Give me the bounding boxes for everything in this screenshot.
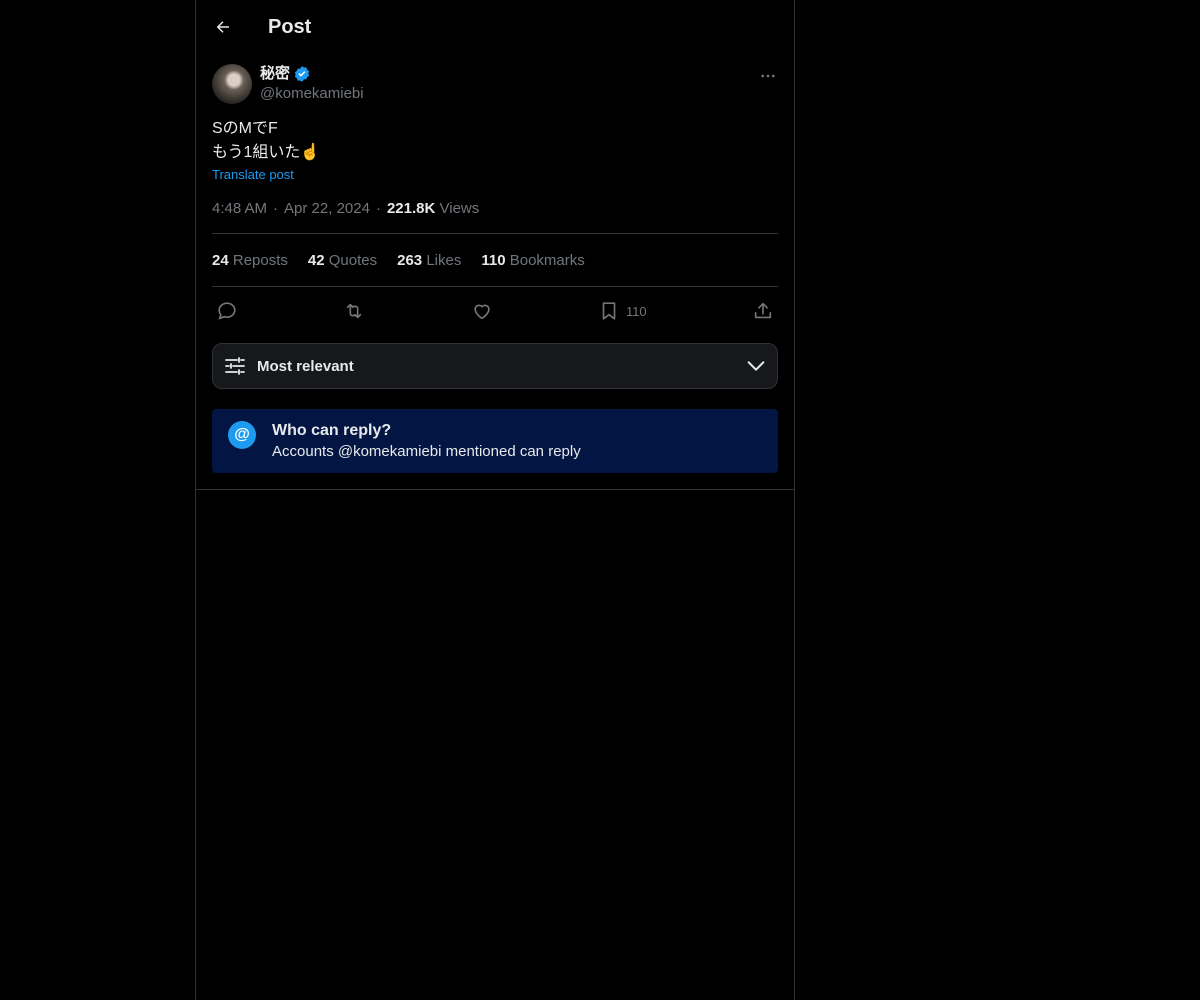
meta-separator: · — [375, 200, 381, 217]
reposts-count: 24 — [212, 251, 229, 269]
user-handle[interactable]: @komekamiebi — [260, 84, 364, 104]
heart-icon — [473, 304, 490, 320]
reply-icon — [218, 302, 236, 320]
post-date[interactable]: Apr 22, 2024 — [284, 200, 370, 217]
author-info: 秘密 @komekamiebi — [260, 64, 364, 104]
reply-restriction-subtitle: Accounts @komekamiebi mentioned can repl… — [272, 443, 581, 460]
avatar[interactable] — [212, 64, 252, 104]
reposts-label: Reposts — [232, 251, 288, 269]
author-row: 秘密 @komekamiebi — [212, 64, 778, 104]
views-label: Views — [439, 200, 480, 217]
reply-restriction-notice: @ Who can reply? Accounts @komekamiebi m… — [212, 409, 778, 473]
main-column: Post 秘密 @komekamiebi SのMでF もう1組いた☝️ Tran… — [195, 0, 795, 1000]
chevron-down-icon — [747, 361, 765, 371]
share-button[interactable] — [752, 300, 774, 322]
section-divider — [196, 489, 794, 490]
bookmarks-count: 110 — [481, 251, 506, 269]
bookmarks-stat[interactable]: 110 Bookmarks — [481, 252, 584, 269]
post: 秘密 @komekamiebi SのMでF もう1組いた☝️ Translate… — [196, 64, 794, 490]
quotes-count: 42 — [307, 251, 325, 269]
translate-post-link[interactable]: Translate post — [212, 167, 294, 182]
engagement-stats: 24 Reposts 42 Quotes 263 Likes 110 Bookm… — [212, 234, 778, 287]
views-count: 221.8K — [386, 200, 436, 217]
page-header: Post — [196, 0, 794, 54]
bookmark-count: 110 — [625, 303, 647, 319]
quotes-stat[interactable]: 42 Quotes — [308, 252, 377, 269]
name-row: 秘密 — [260, 64, 364, 84]
post-text: SのMでF もう1組いた☝️ — [212, 117, 778, 165]
post-text-line-1: SのMでF — [212, 120, 278, 137]
display-name[interactable]: 秘密 — [260, 64, 290, 84]
bookmarks-label: Bookmarks — [509, 251, 585, 269]
reply-sort-dropdown[interactable]: Most relevant — [212, 343, 778, 389]
likes-count: 263 — [397, 251, 423, 269]
back-button[interactable] — [212, 16, 234, 38]
like-button[interactable] — [471, 300, 493, 322]
repost-button[interactable] — [343, 300, 365, 322]
share-icon — [754, 302, 772, 319]
quotes-label: Quotes — [328, 251, 378, 269]
at-icon: @ — [228, 421, 256, 449]
post-meta: 4:48 AM · Apr 22, 2024 · 221.8K Views — [212, 200, 778, 234]
sliders-icon — [225, 357, 245, 375]
page-title: Post — [268, 15, 312, 38]
likes-stat[interactable]: 263 Likes — [397, 252, 461, 269]
verified-badge-icon — [293, 65, 311, 83]
post-text-line-2: もう1組いた☝️ — [212, 144, 321, 161]
repost-icon — [347, 303, 362, 319]
action-bar: 110 — [212, 287, 778, 335]
meta-separator: · — [273, 200, 279, 217]
bookmark-icon — [602, 302, 616, 320]
post-time[interactable]: 4:48 AM — [212, 200, 267, 217]
likes-label: Likes — [426, 251, 462, 269]
reply-button[interactable] — [216, 300, 238, 322]
sort-label: Most relevant — [257, 357, 354, 375]
bookmark-button[interactable]: 110 — [598, 300, 647, 322]
more-options-button[interactable] — [758, 66, 778, 86]
more-dots-icon — [761, 74, 775, 78]
reposts-stat[interactable]: 24 Reposts — [212, 252, 288, 269]
reply-restriction-title: Who can reply? — [272, 422, 392, 439]
reply-restriction-text: Who can reply? Accounts @komekamiebi men… — [272, 421, 581, 463]
back-arrow-icon — [216, 21, 229, 33]
